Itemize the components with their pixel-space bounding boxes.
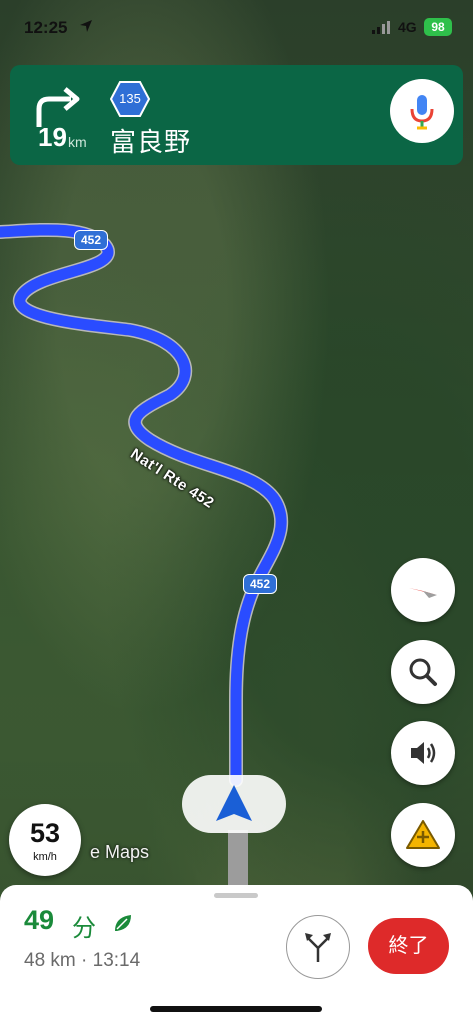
speed-unit: km/h xyxy=(33,851,57,863)
report-incident-button[interactable] xyxy=(391,803,455,867)
eta-unit: 分 xyxy=(72,915,96,942)
navigation-instruction-card[interactable]: 19 km 135 富良野 xyxy=(10,65,463,165)
voice-search-button[interactable] xyxy=(390,79,454,143)
destination-name: 富良野 xyxy=(110,127,192,157)
distance-value: 19 xyxy=(38,122,67,152)
network-type: 4G xyxy=(398,19,417,35)
sheet-drag-handle[interactable] xyxy=(214,893,258,898)
map-attribution: e Maps xyxy=(90,842,150,862)
recenter-position-puck[interactable] xyxy=(182,775,286,833)
search-along-route-button[interactable] xyxy=(391,640,455,704)
microphone-icon xyxy=(410,95,434,130)
compass-button[interactable] xyxy=(391,558,455,622)
eco-leaf-icon xyxy=(115,915,131,931)
eta-minutes: 49 xyxy=(24,905,55,935)
distance-unit: km xyxy=(68,134,87,150)
trip-distance-arrival: 48 km · 13:14 xyxy=(24,950,141,971)
status-bar: 12:25 4G 98 xyxy=(0,0,473,56)
alternate-routes-button[interactable] xyxy=(286,915,350,979)
route-shield-452: 452 xyxy=(74,230,109,250)
speaker-icon xyxy=(411,742,436,764)
compass-icon xyxy=(409,588,437,598)
home-indicator[interactable] xyxy=(150,1006,322,1012)
route-shield-number: 135 xyxy=(119,91,141,106)
speedometer: 53 km/h xyxy=(9,804,81,876)
signal-icon xyxy=(372,21,390,34)
sound-button[interactable] xyxy=(391,721,455,785)
speed-value: 53 xyxy=(29,818,61,848)
route-shield-452: 452 xyxy=(243,574,278,594)
navigation-arrow-icon xyxy=(216,785,252,821)
fork-routes-icon xyxy=(305,933,331,962)
report-incident-icon xyxy=(406,820,440,849)
search-icon xyxy=(409,658,437,686)
battery-indicator: 98 xyxy=(424,18,452,36)
clock: 12:25 xyxy=(24,18,68,37)
end-navigation-button[interactable]: 終了 xyxy=(368,918,449,974)
location-arrow-icon xyxy=(80,20,92,32)
